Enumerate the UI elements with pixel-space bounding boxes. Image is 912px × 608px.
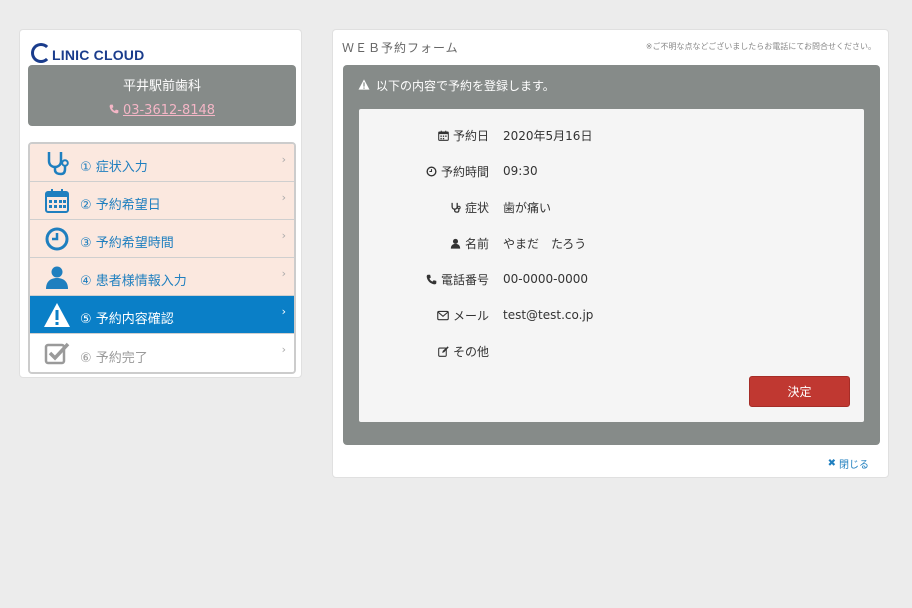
submit-button[interactable]: 決定 [749,376,850,407]
stethoscope-icon [43,149,71,177]
phone-icon [426,274,437,285]
confirm-message: 以下の内容で予約を登録します。 [376,79,555,93]
step-label: ② 予約希望日 [80,198,161,213]
confirm-header: 以下の内容で予約を登録します。 [358,77,555,94]
chevron-right-icon: › [281,191,286,204]
step-nav: ① 症状入力 › ② 予約希望日 › ③ 予約希望時間 › ④ 患者様情報入力 … [28,142,296,374]
warning-icon [358,78,370,93]
field-label: 名前 [464,236,489,251]
form-note: ※ご不明な点などございましたらお電話にてお問合せください。 [645,42,876,51]
sidebar: LINIC CLOUD 平井駅前歯科 03-3612-8148 ① 症状入力 ›… [19,29,302,378]
confirm-box: 以下の内容で予約を登録します。 予約日 2020年5月16日 予約時間 09:3… [343,65,880,445]
close-link[interactable]: ✖ 閉じる [828,456,869,471]
chevron-right-icon: › [281,153,286,166]
user-icon [450,238,461,249]
chevron-right-icon: › [281,229,286,242]
clinic-info: 平井駅前歯科 03-3612-8148 [28,65,296,126]
confirm-details: 予約日 2020年5月16日 予約時間 09:30 症状 歯が痛い 名前 やまだ… [359,109,864,422]
field-value: やまだ たろう [503,236,587,251]
warning-icon [43,301,71,329]
chevron-right-icon: › [281,343,286,356]
close-icon: ✖ [827,458,836,469]
field-row-symptom: 症状 歯が痛い [359,197,864,217]
clinic-name: 平井駅前歯科 [122,79,201,94]
field-value: 2020年5月16日 [503,128,593,143]
step-confirm[interactable]: ⑤ 予約内容確認 › [30,296,294,334]
field-label: 症状 [464,200,489,215]
field-label: 電話番号 [440,272,489,287]
close-label: 閉じる [839,460,869,471]
logo-text: LINIC CLOUD [52,47,145,63]
stethoscope-icon [450,202,461,213]
field-row-time: 予約時間 09:30 [359,161,864,181]
clock-icon [43,225,71,253]
clock-icon [426,165,437,177]
chevron-right-icon: › [281,267,286,280]
step-label: ⑥ 予約完了 [80,350,148,366]
step-label: ⑤ 予約内容確認 [80,312,174,327]
clinic-phone-link[interactable]: 03-3612-8148 [28,103,296,118]
field-row-email: メール test@test.co.jp [359,305,864,325]
step-date[interactable]: ② 予約希望日 › [30,182,294,220]
calendar-icon [438,130,449,141]
envelope-icon [437,310,449,321]
step-complete[interactable]: ⑥ 予約完了 › [30,334,294,372]
field-label: メール [452,308,489,323]
phone-icon [109,103,119,118]
step-label: ③ 予約希望時間 [80,236,174,251]
step-patient-info[interactable]: ④ 患者様情報入力 › [30,258,294,296]
field-value: test@test.co.jp [503,308,594,322]
clinic-phone-number: 03-3612-8148 [122,103,216,118]
field-row-other: その他 [359,341,864,361]
clinic-cloud-logo: LINIC CLOUD [31,39,144,63]
field-value: 00-0000-0000 [503,272,589,286]
field-label: 予約日 [452,128,489,143]
step-symptom[interactable]: ① 症状入力 › [30,144,294,182]
field-row-date: 予約日 2020年5月16日 [359,125,864,145]
field-value: 09:30 [503,164,538,178]
user-icon [43,263,71,291]
reservation-form-panel: ＷＥＢ予約フォーム ※ご不明な点などございましたらお電話にてお問合せください。 … [332,29,889,478]
chevron-right-icon: › [281,305,286,318]
field-value: 歯が痛い [503,200,552,215]
field-label: 予約時間 [440,164,489,179]
step-label: ① 症状入力 [80,160,148,175]
logo-mark-icon [31,43,51,63]
field-row-phone: 電話番号 00-0000-0000 [359,269,864,289]
field-row-name: 名前 やまだ たろう [359,233,864,253]
step-label: ④ 患者様情報入力 [80,274,187,289]
edit-icon [438,345,449,357]
checkbox-icon [43,339,71,367]
field-label: その他 [452,344,489,359]
form-title: ＷＥＢ予約フォーム [342,41,459,55]
step-time[interactable]: ③ 予約希望時間 › [30,220,294,258]
calendar-icon [43,187,71,215]
